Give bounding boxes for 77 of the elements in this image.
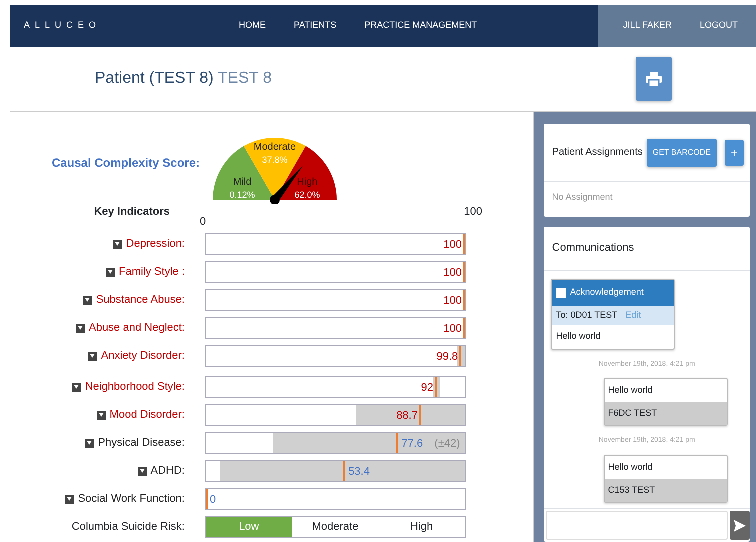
indicator-label: Abuse and Neglect: bbox=[88, 320, 185, 336]
expand-toggle[interactable] bbox=[85, 438, 94, 448]
indicator-label: Physical Disease: bbox=[98, 436, 185, 451]
suicide-risk-label: Columbia Suicide Risk: bbox=[70, 520, 185, 535]
expand-toggle[interactable] bbox=[138, 466, 147, 476]
caret-icon bbox=[78, 326, 83, 330]
expand-toggle[interactable] bbox=[83, 296, 92, 304]
user-menu-link[interactable]: JILL FAKER bbox=[623, 19, 672, 33]
message-text: Hello world bbox=[555, 330, 602, 343]
caret-icon bbox=[108, 270, 113, 274]
segment-name: High bbox=[297, 177, 318, 188]
caret-icon bbox=[98, 413, 104, 417]
axis-max-label: 100 bbox=[464, 205, 482, 220]
indicator-label: Depression: bbox=[126, 236, 185, 252]
logout-link[interactable]: LOGOUT bbox=[700, 19, 738, 33]
card-title: Patient Assignments bbox=[552, 146, 643, 160]
indicator-label: Mood Disorder: bbox=[110, 408, 185, 423]
expand-toggle[interactable] bbox=[72, 382, 82, 392]
message-title: Acknowledgement bbox=[570, 286, 644, 299]
segment-name: Moderate bbox=[254, 142, 296, 153]
segment-name: Mild bbox=[233, 177, 252, 188]
expand-toggle[interactable] bbox=[76, 324, 85, 332]
indicator-label: Anxiety Disorder: bbox=[101, 348, 185, 364]
score-value: 88.7 bbox=[396, 409, 418, 424]
caret-icon bbox=[140, 469, 145, 473]
caret-icon bbox=[90, 354, 96, 358]
indicator-label: ADHD: bbox=[150, 464, 185, 479]
expand-toggle[interactable] bbox=[65, 494, 74, 504]
printer-icon bbox=[646, 72, 662, 86]
score-value: 100 bbox=[444, 322, 462, 337]
nav-link[interactable]: PATIENTS bbox=[294, 19, 337, 33]
caret-icon bbox=[85, 298, 90, 302]
segment-value: 37.8% bbox=[262, 155, 288, 165]
score-value: 100 bbox=[444, 294, 462, 309]
send-button[interactable] bbox=[730, 511, 750, 540]
risk-option[interactable]: High bbox=[378, 517, 465, 537]
caret-icon bbox=[74, 385, 80, 389]
checkbox[interactable] bbox=[556, 288, 566, 298]
message-text: Hello world bbox=[607, 460, 654, 474]
key-indicators-heading: Key Indicators bbox=[93, 205, 170, 220]
expand-toggle[interactable] bbox=[88, 352, 98, 360]
score-value: 100 bbox=[444, 238, 462, 253]
expand-toggle[interactable] bbox=[113, 240, 122, 248]
indicator-label: Neighborhood Style: bbox=[85, 380, 185, 395]
message-input[interactable] bbox=[546, 511, 728, 540]
expand-toggle[interactable] bbox=[96, 410, 106, 420]
score-range-note: (±42) bbox=[434, 437, 460, 452]
caret-icon bbox=[87, 441, 92, 445]
card-title: Communications bbox=[552, 242, 634, 254]
nav-link[interactable]: PRACTICE MANAGEMENT bbox=[364, 19, 478, 33]
indicator-label: Social Work Function: bbox=[78, 492, 185, 507]
message-text: Hello world bbox=[607, 384, 654, 397]
score-value: 100 bbox=[444, 266, 462, 281]
score-value: 0 bbox=[210, 493, 216, 508]
indicator-label: Family Style : bbox=[118, 264, 185, 280]
brand-logo[interactable]: ALLUCEO bbox=[24, 19, 239, 33]
patient-title: Patient (TEST 8) TEST 8 bbox=[95, 69, 272, 89]
message-author: F6DC TEST bbox=[605, 402, 728, 425]
segment-value: 0.12% bbox=[230, 190, 256, 200]
recipient-text: To: 0D01 TEST bbox=[556, 308, 618, 322]
score-value: 92 bbox=[421, 381, 434, 396]
score-label: Causal Complexity Score: bbox=[50, 155, 201, 172]
nav-link[interactable]: HOME bbox=[239, 19, 266, 33]
empty-message: No Assignment bbox=[551, 191, 614, 204]
expand-toggle[interactable] bbox=[106, 268, 115, 276]
score-value: 77.6 bbox=[402, 437, 424, 452]
caret-icon bbox=[67, 497, 72, 501]
segment-value: 62.0% bbox=[294, 190, 320, 200]
risk-option[interactable]: Moderate bbox=[292, 517, 379, 537]
print-button[interactable] bbox=[636, 57, 672, 101]
score-value: 99.8 bbox=[436, 350, 458, 365]
score-value: 53.4 bbox=[348, 465, 370, 480]
indicator-label: Substance Abuse: bbox=[96, 292, 185, 308]
caret-icon bbox=[115, 242, 120, 246]
message-author: C153 TEST bbox=[605, 478, 728, 502]
send-icon bbox=[734, 520, 746, 532]
axis-min-label: 0 bbox=[200, 214, 206, 230]
